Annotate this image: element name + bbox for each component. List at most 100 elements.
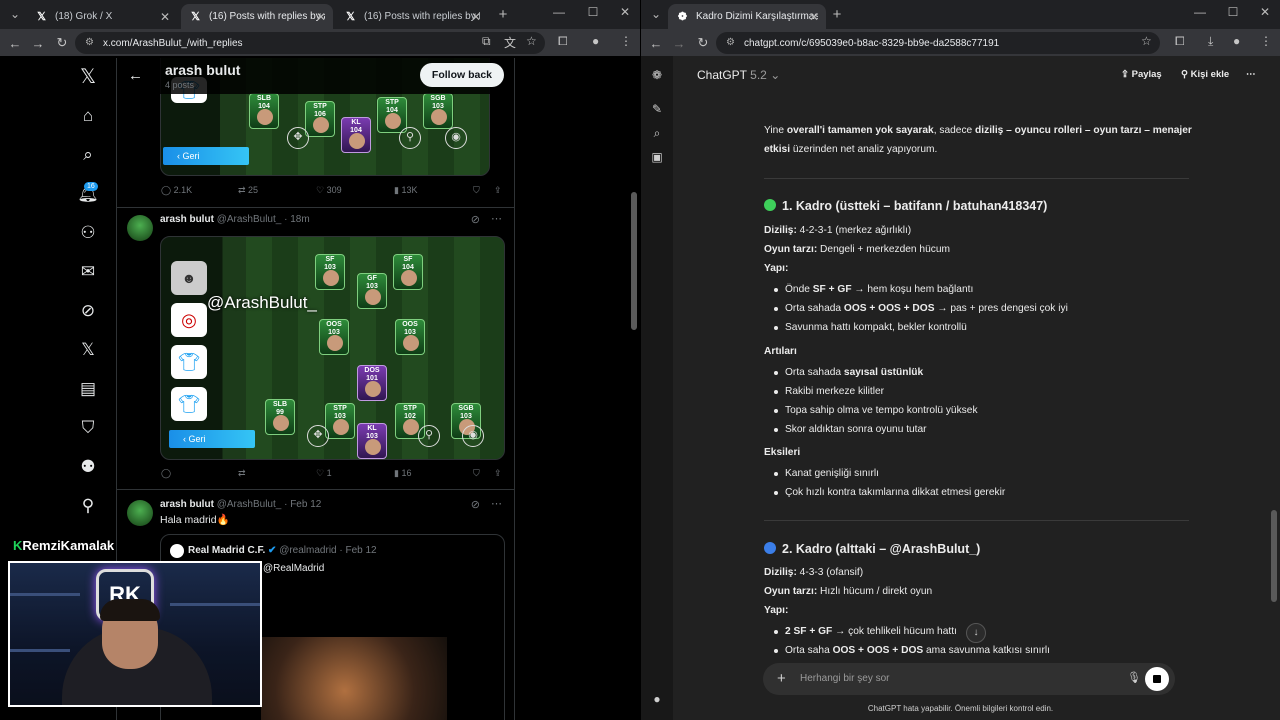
follow-back-button[interactable]: Follow back — [419, 63, 504, 87]
repost-button[interactable]: ⇄ 25 — [238, 185, 258, 196]
reply-button[interactable]: ◯ — [161, 468, 171, 479]
move-icon[interactable]: ✥ — [307, 425, 329, 447]
home-icon[interactable]: ⌂ — [77, 105, 99, 127]
back-icon[interactable]: ← — [6, 34, 24, 52]
profile-icon[interactable]: ● — [1233, 34, 1240, 48]
prompt-composer[interactable]: + Herhangi bir şey sor 🎙︎ — [763, 663, 1175, 695]
address-bar[interactable]: ⚙ x.com/ArashBulut_/with_replies — [75, 32, 545, 54]
reload-icon[interactable]: ↻ — [53, 34, 71, 52]
premium-x-icon[interactable]: 𝕏 — [77, 339, 99, 361]
maximize-button[interactable]: ☐ — [1222, 5, 1244, 19]
plus-icon[interactable]: + — [777, 670, 786, 687]
download-icon[interactable]: ⤓ — [1208, 34, 1213, 49]
reload-icon[interactable]: ↻ — [694, 34, 712, 52]
post2-lineup-image[interactable]: ☻ ◎ 👕︎ 👕︎ @ArashBulut_ SF 103 SF 104 GF 103… — [160, 236, 505, 460]
bookmark-star-icon[interactable]: ☆ — [526, 34, 537, 48]
more-options-icon[interactable]: ⋯ — [491, 212, 502, 225]
reply-button[interactable]: ◯ 2.1K — [161, 185, 192, 196]
extensions-icon[interactable]: ⧠ — [1175, 34, 1185, 49]
avatar[interactable] — [127, 500, 153, 526]
profile-icon[interactable]: ⚲ — [77, 495, 99, 517]
communities-icon[interactable]: ⚉ — [77, 456, 99, 478]
scroll-down-button[interactable]: ↓ — [966, 623, 986, 643]
geri-button[interactable]: ‹ Geri — [163, 147, 249, 165]
like-button[interactable]: ♡ 1 — [316, 468, 332, 479]
bullet — [774, 649, 778, 653]
grok-explain-icon[interactable]: ⊘ — [471, 213, 480, 226]
prompt-input[interactable]: Herhangi bir şey sor — [800, 673, 889, 684]
follow-icon[interactable]: ⚇ — [77, 222, 99, 244]
back-icon[interactable]: ← — [647, 34, 665, 52]
install-icon[interactable]: ⧉ — [482, 34, 491, 49]
tab-posts-arash[interactable]: 𝕏 (16) Posts with replies by arash✕ — [181, 4, 333, 29]
forward-icon[interactable]: → — [29, 34, 47, 52]
new-chat-icon[interactable]: ✎ — [650, 102, 664, 116]
repost-button[interactable]: ⇄ — [238, 468, 246, 479]
more-options-icon[interactable]: ⋯ — [491, 497, 502, 510]
left-scrollbar-thumb[interactable] — [631, 192, 637, 330]
grok-explain-icon[interactable]: ⊘ — [471, 498, 480, 511]
views-button[interactable]: ▮ 13K — [394, 185, 417, 196]
bookmark-icon[interactable]: ⛉ — [473, 185, 480, 196]
shelf — [10, 593, 80, 596]
quote-photo[interactable] — [261, 637, 447, 720]
translate-icon[interactable]: 文 — [504, 34, 516, 51]
tab-search-icon[interactable]: ⌄ — [6, 5, 24, 23]
tab-chatgpt[interactable]: ❁ Kadro Dizimi Karşılaştırması ✕ — [668, 4, 826, 29]
x-logo-icon[interactable]: 𝕏 — [77, 66, 99, 88]
close-window-button[interactable]: ✕ — [614, 5, 636, 19]
bookmarks-icon[interactable]: ⛉ — [77, 417, 99, 439]
chatgpt-logo-icon[interactable]: ❁ — [650, 68, 664, 82]
bookmark-star-icon[interactable]: ☆ — [1141, 34, 1152, 48]
tab-search-icon[interactable]: ⌄ — [647, 5, 665, 23]
close-tab-icon[interactable]: ✕ — [471, 10, 481, 24]
messages-icon[interactable]: ✉ — [77, 261, 99, 283]
extensions-icon[interactable]: ⧠ — [558, 34, 568, 49]
share-icon[interactable]: ⇪ — [494, 468, 502, 479]
close-window-button[interactable]: ✕ — [1254, 5, 1276, 19]
address-bar[interactable]: ⚙ chatgpt.com/c/695039e0-b8ac-8329-bb9e-d… — [716, 32, 1160, 54]
right-scrollbar-thumb[interactable] — [1271, 510, 1277, 602]
model-selector[interactable]: ChatGPT 5.2 ⌄ — [697, 68, 780, 82]
close-tab-icon[interactable]: ✕ — [809, 10, 819, 24]
search-icon[interactable]: ⌕ — [650, 126, 664, 141]
forward-icon[interactable]: → — [670, 34, 688, 52]
add-person-button[interactable]: ⚲ Kişi ekle — [1181, 69, 1229, 80]
person-icon[interactable]: ⚲ — [399, 127, 421, 149]
menu-icon[interactable]: ⋮ — [1260, 34, 1272, 48]
back-arrow-icon[interactable]: ← — [128, 67, 143, 84]
share-button[interactable]: ⇪ Paylaş — [1121, 69, 1162, 80]
new-tab-button[interactable]: + — [494, 5, 512, 23]
share-icon[interactable]: ⇪ — [494, 185, 502, 196]
search-icon[interactable]: ⌕ — [77, 144, 99, 166]
profile-icon[interactable]: ● — [592, 34, 599, 48]
camera-icon[interactable]: ◉ — [445, 127, 467, 149]
library-icon[interactable]: ▣ — [650, 150, 664, 164]
tab-posts-batifa[interactable]: 𝕏 (16) Posts with replies by Batifa✕ — [336, 4, 488, 29]
maximize-button[interactable]: ☐ — [582, 5, 604, 19]
chat-header: ChatGPT 5.2 ⌄ ⇪ Paylaş ⚲ Kişi ekle ⋯ — [673, 56, 1280, 94]
menu-icon[interactable]: ⋮ — [620, 34, 632, 48]
lists-icon[interactable]: ▤ — [77, 378, 99, 400]
avatar[interactable] — [127, 215, 153, 241]
microphone-icon[interactable]: 🎙︎ — [1127, 671, 1141, 684]
views-button[interactable]: ▮ 16 — [394, 468, 411, 479]
tab-grok[interactable]: 𝕏 (18) Grok / X ✕ — [27, 4, 177, 29]
minimize-button[interactable]: — — [548, 5, 570, 19]
list-item: Skor aldıktan sonra oyunu tutar — [785, 424, 927, 435]
close-tab-icon[interactable]: ✕ — [316, 10, 326, 24]
minimize-button[interactable]: — — [1189, 5, 1211, 19]
person-icon[interactable]: ⚲ — [418, 425, 440, 447]
site-info-icon[interactable]: ⚙ — [726, 37, 735, 48]
geri-button[interactable]: ‹ Geri — [169, 430, 255, 448]
more-options-icon[interactable]: ⋯ — [1246, 69, 1256, 80]
camera-icon[interactable]: ◉ — [462, 425, 484, 447]
close-tab-icon[interactable]: ✕ — [160, 10, 170, 24]
new-tab-button[interactable]: + — [828, 5, 846, 23]
stop-button[interactable] — [1145, 667, 1169, 691]
move-icon[interactable]: ✥ — [287, 127, 309, 149]
like-button[interactable]: ♡ 309 — [316, 185, 342, 196]
site-info-icon[interactable]: ⚙ — [85, 37, 94, 48]
grok-icon[interactable]: ⊘ — [77, 300, 99, 322]
bookmark-icon[interactable]: ⛉ — [473, 468, 480, 479]
